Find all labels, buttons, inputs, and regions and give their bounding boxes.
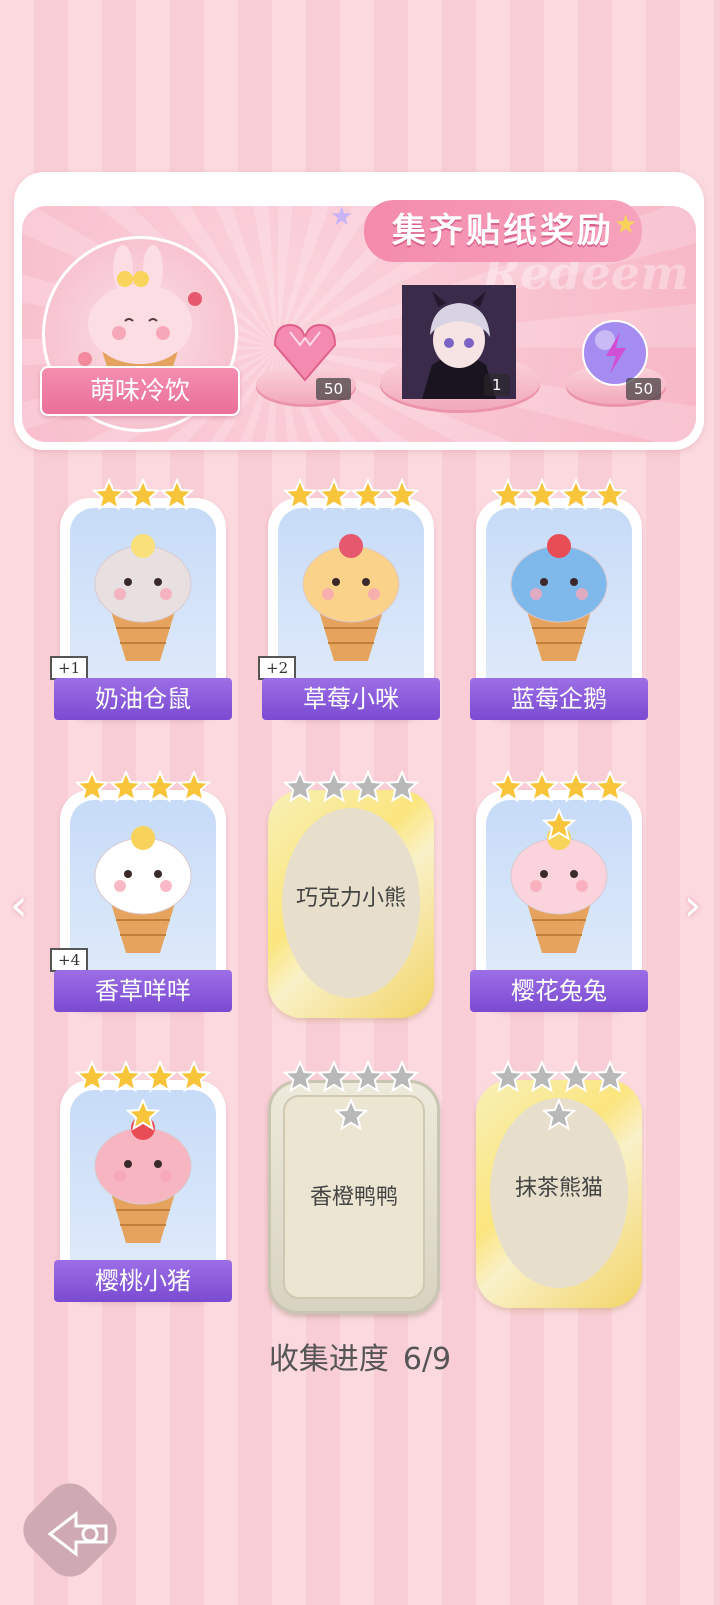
sticker-card[interactable]: 香橙鸭鸭 xyxy=(268,1060,440,1314)
sticker-card[interactable]: 樱桃小猪 xyxy=(54,1060,232,1302)
sticker-name: 奶油仓鼠 xyxy=(54,678,232,720)
chevron-left-icon[interactable]: ‹ xyxy=(10,880,28,931)
chevron-right-icon[interactable]: › xyxy=(684,880,702,931)
rarity-stars xyxy=(476,478,642,518)
ice-cream-sticker-icon xyxy=(94,534,192,661)
rarity-stars xyxy=(268,1060,434,1131)
ice-cream-sticker-icon xyxy=(510,534,608,661)
sticker-name: 樱花兔兔 xyxy=(470,970,648,1012)
duplicate-count-badge: +2 xyxy=(258,656,297,680)
duplicate-count-badge: +4 xyxy=(50,948,89,972)
sticker-card[interactable]: 巧克力小熊 xyxy=(268,770,434,1018)
sticker-name: 蓝莓企鹅 xyxy=(470,678,648,720)
rarity-stars xyxy=(60,478,226,518)
reward-count: 50 xyxy=(316,378,352,400)
ice-cream-sticker-icon xyxy=(302,534,400,661)
collection-progress: 收集进度 6/9 xyxy=(0,1334,720,1378)
rarity-stars xyxy=(476,770,642,841)
progress-value: 6/9 xyxy=(402,1342,452,1377)
sticker-card[interactable]: +4 香草咩咩 xyxy=(50,770,232,1012)
back-arrow-icon[interactable] xyxy=(46,1508,110,1560)
sticker-name: 香橙鸭鸭 xyxy=(309,1185,398,1210)
rarity-stars xyxy=(268,770,434,810)
reward-count: 50 xyxy=(626,378,662,400)
sticker-card[interactable]: +2 草莓小咪 xyxy=(258,478,440,720)
sticker-name: 巧克力小熊 xyxy=(295,886,406,911)
banner-title: 集齐贴纸奖励 xyxy=(364,200,642,262)
sticker-card[interactable]: 樱花兔兔 xyxy=(470,770,648,1012)
star-icon: ★ xyxy=(330,202,354,232)
rarity-stars xyxy=(60,1060,226,1131)
sticker-name: 香草咩咩 xyxy=(54,970,232,1012)
sticker-name: 草莓小咪 xyxy=(262,678,440,720)
sticker-card[interactable]: +1 奶油仓鼠 xyxy=(50,478,232,720)
reward-count: 1 xyxy=(484,374,510,396)
duplicate-count-badge: +1 xyxy=(50,656,89,680)
theme-label: 萌味冷饮 xyxy=(40,366,240,416)
locked-card-face: 巧克力小熊 xyxy=(268,790,434,1018)
sticker-name: 抹茶熊猫 xyxy=(514,1176,603,1201)
rarity-stars xyxy=(268,478,434,518)
sticker-card[interactable]: 蓝莓企鹅 xyxy=(470,478,648,720)
star-icon: ★ xyxy=(614,210,638,240)
pink-heart-gem-icon[interactable] xyxy=(270,320,340,384)
ice-cream-sticker-icon xyxy=(94,826,192,953)
rarity-stars xyxy=(476,1060,642,1131)
sticker-card[interactable]: 抹茶熊猫 xyxy=(476,1060,642,1308)
progress-label: 收集进度 xyxy=(268,1342,389,1377)
sticker-name: 樱桃小猪 xyxy=(54,1260,232,1302)
rarity-stars xyxy=(60,770,226,810)
